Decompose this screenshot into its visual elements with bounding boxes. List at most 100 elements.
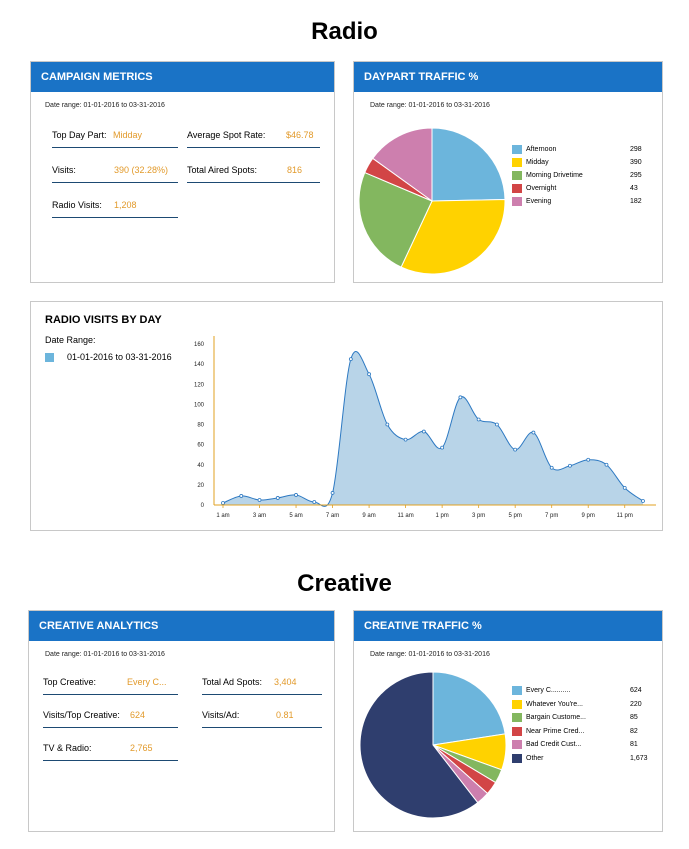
visits-per-ad-metric: Visits/Ad: 0.81 [202, 710, 322, 728]
creative-legend-label: Bargain Custome... [526, 714, 586, 721]
area-x-tick-label: 1 pm [435, 513, 448, 519]
radio-visits-value: 1,208 [114, 200, 137, 210]
area-y-tick-label: 80 [197, 423, 204, 429]
area-y-tick-label: 120 [194, 382, 205, 388]
area-data-point [476, 417, 481, 422]
creative-section-title: Creative [297, 570, 392, 597]
daypart-legend-count: 298 [630, 146, 642, 153]
visits-value: 390 (32.28%) [114, 165, 169, 175]
tv-radio-value: 2,765 [130, 743, 153, 753]
daypart-legend-item: Evening 182 [512, 197, 652, 207]
area-data-point [458, 395, 463, 400]
daypart-traffic-card: DAYPART TRAFFIC % Date range: 01-01-2016… [353, 61, 663, 283]
creative-legend: Every C.......... 624 Whatever You're... 22… [512, 686, 652, 770]
visits-top-creative-metric: Visits/Top Creative: 624 [43, 710, 178, 728]
area-series-fill [223, 351, 643, 507]
daypart-legend-count: 390 [630, 159, 642, 166]
creative-legend-count: 85 [630, 714, 638, 721]
total-ad-spots-label: Total Ad Spots: [202, 677, 263, 687]
visits-top-creative-value: 624 [130, 710, 146, 720]
creative-legend-count: 1,673 [630, 754, 648, 762]
creative-legend-swatch [512, 726, 522, 736]
creative-traffic-date-range: Date range: 01-01-2016 to 03-31-2016 [370, 651, 490, 658]
creative-legend-label: Other [526, 754, 544, 762]
visits-per-ad-label: Visits/Ad: [202, 710, 240, 720]
area-x-tick-label: 5 am [289, 513, 302, 519]
area-data-point [495, 422, 499, 427]
area-data-point [513, 447, 518, 452]
area-data-point [257, 498, 262, 502]
area-x-tick-label: 9 pm [582, 513, 595, 519]
daypart-legend-swatch [512, 184, 522, 193]
area-data-point [421, 429, 426, 434]
radio-visits-card: RADIO VISITS BY DAY Date Range: 01-01-20… [30, 301, 663, 531]
creative-legend-label: Every C.......... [526, 687, 571, 694]
area-y-tick-label: 100 [194, 402, 205, 408]
area-data-point [294, 493, 298, 497]
total-aired-spots-value: 816 [287, 165, 303, 175]
daypart-legend-item: Overnight 43 [512, 184, 652, 194]
campaign-date-range: Date range: 01-01-2016 to 03-31-2016 [45, 102, 165, 109]
area-x-tick-label: 7 am [326, 513, 339, 519]
area-data-point [348, 357, 353, 361]
area-data-point [604, 462, 609, 467]
daypart-legend-count: 182 [630, 198, 642, 205]
area-data-point [275, 496, 280, 500]
creative-legend-count: 624 [630, 687, 642, 694]
daypart-legend-item: Afternoon 298 [512, 145, 652, 155]
visits-metric: Visits: 390 (32.28%) [52, 165, 178, 183]
daypart-legend-label: Evening [526, 198, 552, 205]
daypart-legend-swatch [512, 145, 522, 154]
creative-traffic-header: CREATIVE TRAFFIC % [354, 611, 662, 641]
creative-legend-item: Bad Credit Cust... 81 [512, 740, 652, 750]
area-data-point [385, 422, 390, 427]
total-ad-spots-metric: Total Ad Spots: 3,404 [202, 677, 322, 695]
area-y-tick-label: 20 [197, 483, 204, 489]
area-y-tick-label: 60 [197, 443, 204, 449]
top-day-part-metric: Top Day Part: Midday [52, 130, 178, 148]
top-day-part-label: Top Day Part: [52, 130, 107, 140]
area-data-point [568, 463, 572, 468]
daypart-legend-label: Morning Drivetime [526, 172, 583, 179]
area-data-point [367, 372, 371, 377]
area-x-tick-label: 11 am [397, 513, 413, 519]
daypart-legend-count: 43 [630, 185, 638, 192]
area-y-tick-label: 160 [194, 342, 205, 348]
top-creative-value: Every C... [127, 677, 167, 687]
visits-per-ad-value: 0.81 [276, 710, 294, 720]
creative-analytics-card: CREATIVE ANALYTICS Date range: 01-01-201… [28, 610, 335, 832]
daypart-traffic-header: DAYPART TRAFFIC % [354, 62, 662, 92]
creative-legend-swatch [512, 713, 522, 722]
area-data-point [641, 499, 645, 503]
creative-analytics-header: CREATIVE ANALYTICS [29, 611, 334, 641]
daypart-legend: Afternoon 298 Midday 390 Morning Drivetime 29… [512, 145, 652, 215]
tv-radio-metric: TV & Radio: 2,765 [43, 743, 178, 761]
creative-pie-chart [359, 671, 507, 819]
campaign-metrics-header: CAMPAIGN METRICS [31, 62, 334, 92]
daypart-legend-swatch [512, 158, 522, 167]
creative-slice-0 [432, 671, 506, 746]
daypart-legend-item: Midday 390 [512, 158, 652, 168]
top-day-part-value: Midday [113, 130, 143, 140]
area-data-point [221, 501, 225, 505]
area-data-point [531, 430, 536, 435]
total-ad-spots-value: 3,404 [274, 677, 297, 687]
area-y-tick-label: 140 [194, 362, 205, 368]
daypart-legend-count: 295 [630, 172, 642, 179]
area-data-point [312, 500, 317, 504]
creative-legend-item: Near Prime Cred... 82 [512, 726, 652, 737]
area-data-point [622, 485, 627, 490]
daypart-legend-label: Midday [526, 159, 549, 166]
avg-spot-rate-metric: Average Spot Rate: $46.78 [187, 130, 320, 148]
creative-legend-label: Bad Credit Cust... [526, 741, 582, 748]
creative-legend-item: Bargain Custome... 85 [512, 713, 652, 723]
area-x-tick-label: 3 am [253, 513, 266, 519]
creative-legend-item: Other 1,673 [512, 753, 652, 764]
area-data-point [440, 445, 445, 450]
visits-top-creative-label: Visits/Top Creative: [43, 710, 120, 720]
creative-legend-count: 81 [630, 741, 638, 748]
daypart-slice-0 [431, 127, 506, 202]
top-creative-metric: Top Creative: Every C... [43, 677, 178, 695]
daypart-legend-label: Afternoon [526, 146, 557, 153]
radio-section-title: Radio [311, 18, 378, 45]
